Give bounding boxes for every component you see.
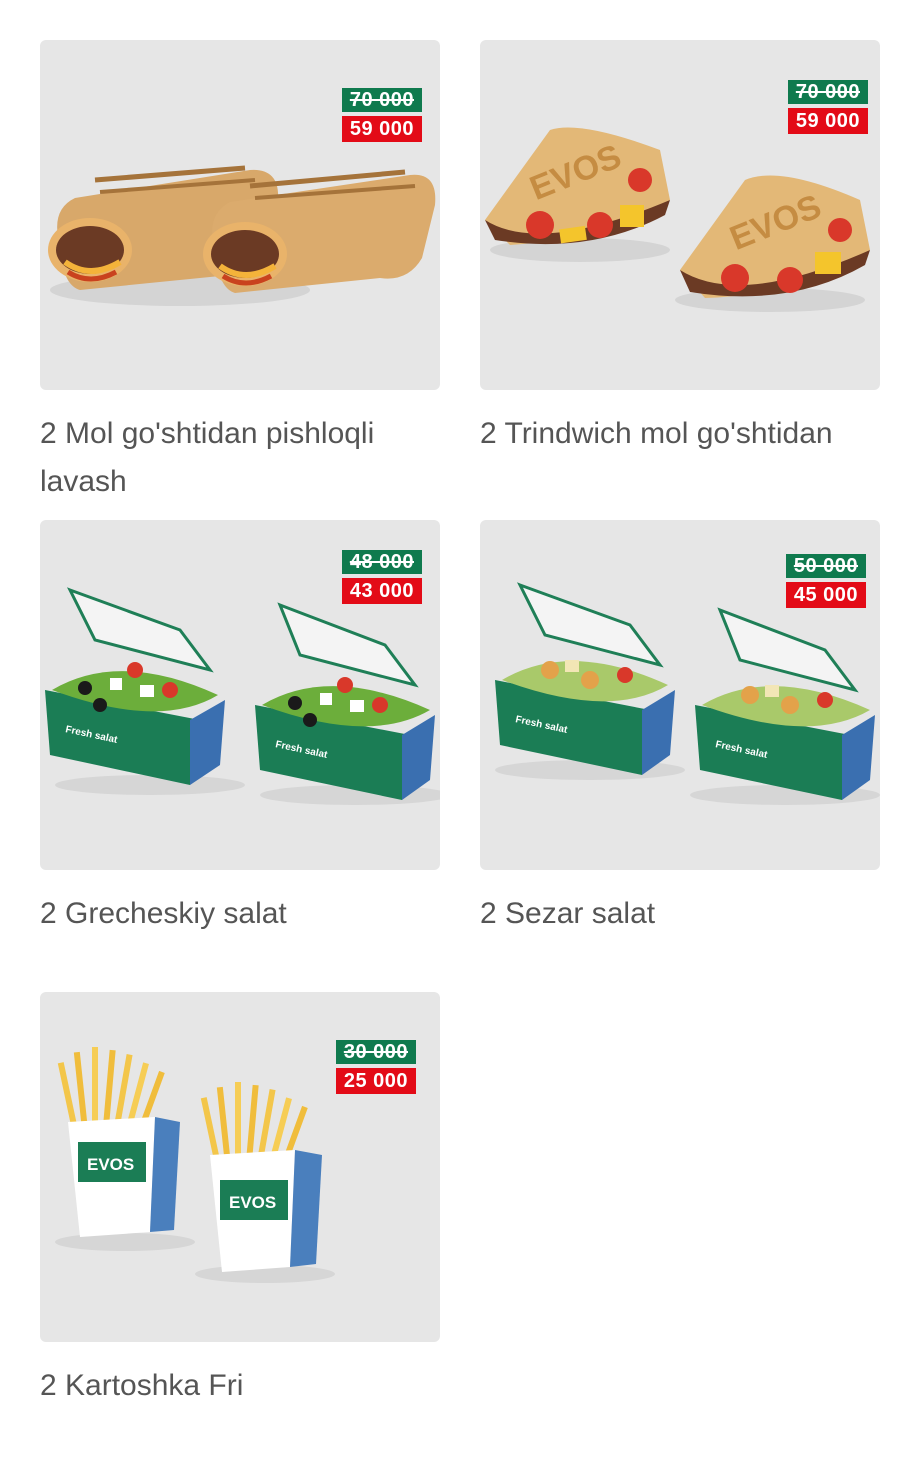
product-image[interactable]: Fresh salat Fresh salat 48 000 43 000 xyxy=(40,520,440,870)
product-card[interactable]: Fresh salat Fresh salat 48 000 43 000 2 … xyxy=(40,520,440,938)
price-tags: 48 000 43 000 xyxy=(341,550,422,604)
product-title[interactable]: 2 Kartoshka Fri xyxy=(40,1362,440,1410)
discount-price: 59 000 xyxy=(787,108,868,134)
discount-price: 59 000 xyxy=(341,116,422,142)
product-title[interactable]: 2 Grecheskiy salat xyxy=(40,890,440,938)
product-title[interactable]: 2 Sezar salat xyxy=(480,890,880,938)
product-image[interactable]: EVOS EVOS 70 000 59 000 xyxy=(480,40,880,390)
product-card[interactable]: 70 000 59 000 2 Mol go'shtidan pishloqli… xyxy=(40,40,440,506)
old-price: 70 000 xyxy=(341,88,422,112)
product-card[interactable]: EVOS EVOS 70 000 59 000 2 Trindwich mol … xyxy=(480,40,880,458)
old-price: 50 000 xyxy=(785,554,866,578)
price-tags: 70 000 59 000 xyxy=(341,88,422,142)
product-image[interactable]: EVOS EVOS 30 000 25 000 xyxy=(40,992,440,1342)
discount-price: 25 000 xyxy=(335,1068,416,1094)
product-card[interactable]: Fresh salat Fresh salat 50 000 45 000 2 … xyxy=(480,520,880,938)
old-price: 30 000 xyxy=(335,1040,416,1064)
product-title[interactable]: 2 Mol go'shtidan pishloqli lavash xyxy=(40,410,440,506)
product-image[interactable]: 70 000 59 000 xyxy=(40,40,440,390)
fries-box-brand: EVOS xyxy=(87,1155,134,1174)
product-image[interactable]: Fresh salat Fresh salat 50 000 45 000 xyxy=(480,520,880,870)
price-tags: 70 000 59 000 xyxy=(787,80,868,134)
fries-box-brand: EVOS xyxy=(229,1193,276,1212)
product-card[interactable]: EVOS EVOS 30 000 25 000 2 Kartoshka Fri xyxy=(40,992,440,1410)
old-price: 48 000 xyxy=(341,550,422,574)
price-tags: 30 000 25 000 xyxy=(335,1040,416,1094)
discount-price: 45 000 xyxy=(785,582,866,608)
old-price: 70 000 xyxy=(787,80,868,104)
price-tags: 50 000 45 000 xyxy=(785,554,866,608)
discount-price: 43 000 xyxy=(341,578,422,604)
product-title[interactable]: 2 Trindwich mol go'shtidan xyxy=(480,410,880,458)
